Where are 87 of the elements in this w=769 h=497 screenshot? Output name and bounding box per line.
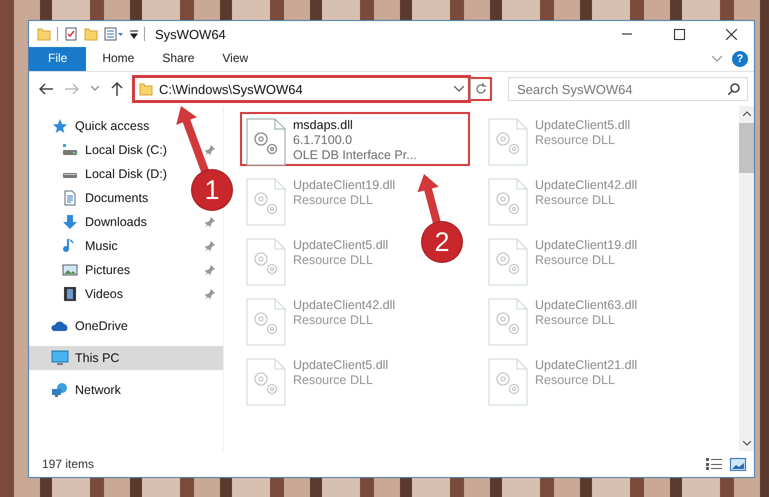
expand-ribbon-icon[interactable] bbox=[712, 56, 722, 62]
file-description: Resource DLL bbox=[293, 193, 374, 207]
checkmark-document-icon[interactable] bbox=[64, 27, 78, 41]
file-name: UpdateClient19.dll bbox=[293, 178, 396, 192]
chevron-down-icon[interactable] bbox=[454, 86, 464, 92]
file-description: Resource DLL bbox=[535, 313, 616, 327]
pin-icon[interactable] bbox=[205, 145, 215, 155]
up-arrow-icon[interactable] bbox=[111, 82, 123, 96]
recent-locations-caret-icon[interactable] bbox=[91, 86, 99, 92]
settings-file-icon bbox=[245, 357, 287, 407]
folder-icon bbox=[139, 82, 153, 96]
file-name: msdaps.dll bbox=[293, 118, 354, 132]
pin-icon[interactable] bbox=[205, 217, 215, 227]
settings-file-icon bbox=[245, 117, 287, 167]
file-description: Resource DLL bbox=[293, 373, 374, 387]
settings-file-icon bbox=[487, 237, 529, 287]
settings-file-icon bbox=[487, 357, 529, 407]
window-title: SysWOW64 bbox=[155, 26, 226, 42]
search-field[interactable]: Search SysWOW64 bbox=[508, 77, 748, 101]
settings-file-icon bbox=[487, 177, 529, 227]
sidebar-item[interactable]: Pictures bbox=[29, 258, 223, 282]
settings-file-icon bbox=[245, 177, 287, 227]
file-name: UpdateClient21.dll bbox=[535, 358, 638, 372]
dropdown-arrow-icon[interactable] bbox=[130, 29, 138, 39]
file-description: Resource DLL bbox=[535, 133, 616, 147]
settings-file-icon bbox=[487, 117, 529, 167]
drive-icon bbox=[62, 143, 78, 157]
refresh-button[interactable] bbox=[470, 77, 492, 101]
monitor-icon bbox=[51, 350, 69, 366]
large-icons-view-icon[interactable] bbox=[730, 458, 746, 470]
music-note-icon bbox=[63, 238, 77, 254]
file-description: Resource DLL bbox=[293, 313, 374, 327]
settings-file-icon bbox=[245, 237, 287, 287]
sidebar-item[interactable]: Network bbox=[29, 378, 129, 402]
star-icon bbox=[52, 118, 68, 134]
file-name: UpdateClient42.dll bbox=[535, 178, 638, 192]
scroll-up-icon[interactable] bbox=[742, 111, 750, 116]
scrollbar-thumb[interactable] bbox=[739, 123, 754, 173]
pin-icon[interactable] bbox=[205, 241, 215, 251]
search-icon bbox=[728, 83, 740, 95]
back-arrow-icon[interactable] bbox=[39, 83, 53, 95]
sidebar-item[interactable]: Local Disk (D:) bbox=[29, 162, 175, 186]
file-item[interactable]: msdaps.dll 6.1.7100.0 OLE DB Interface Pr... bbox=[240, 112, 470, 166]
file-name: UpdateClient5.dll bbox=[535, 118, 630, 132]
refresh-icon bbox=[474, 83, 487, 95]
file-version: 6.1.7100.0 bbox=[293, 133, 354, 147]
film-icon bbox=[63, 286, 77, 302]
folder-icon bbox=[37, 27, 51, 41]
file-description: OLE DB Interface Pr... bbox=[293, 148, 417, 162]
maximize-icon bbox=[674, 28, 684, 40]
sidebar-item[interactable]: Videos bbox=[29, 282, 223, 306]
file-name: UpdateClient5.dll bbox=[293, 238, 388, 252]
sidebar-item[interactable]: Music bbox=[29, 234, 223, 258]
help-button[interactable]: ? bbox=[732, 51, 748, 67]
sidebar-item[interactable]: Downloads bbox=[29, 210, 223, 234]
sidebar-item[interactable]: OneDrive bbox=[29, 314, 136, 338]
network-icon bbox=[51, 382, 69, 398]
pin-icon[interactable] bbox=[205, 289, 215, 299]
sidebar-item[interactable]: Quick access bbox=[29, 114, 158, 138]
sidebar-item[interactable]: Local Disk (C:) bbox=[29, 138, 223, 162]
settings-file-icon bbox=[245, 297, 287, 347]
document-icon bbox=[63, 190, 77, 206]
address-bar[interactable]: C:\Windows\SysWOW64 bbox=[133, 76, 470, 102]
settings-file-icon bbox=[487, 297, 529, 347]
sidebar-item[interactable]: This PC bbox=[29, 346, 223, 370]
file-name: UpdateClient5.dll bbox=[293, 358, 388, 372]
sidebar-item[interactable]: Documents bbox=[29, 186, 156, 210]
ribbon-tab[interactable]: Share bbox=[148, 47, 208, 71]
file-description: Resource DLL bbox=[535, 373, 616, 387]
ribbon-tab[interactable]: View bbox=[208, 47, 262, 71]
properties-icon[interactable] bbox=[104, 27, 124, 41]
file-description: Resource DLL bbox=[535, 253, 616, 267]
file-name: UpdateClient63.dll bbox=[535, 298, 638, 312]
file-name: UpdateClient19.dll bbox=[535, 238, 638, 252]
details-view-icon[interactable] bbox=[706, 458, 722, 470]
pin-icon[interactable] bbox=[205, 265, 215, 275]
file-description: Resource DLL bbox=[535, 193, 616, 207]
file-name: UpdateClient42.dll bbox=[293, 298, 396, 312]
file-description: Resource DLL bbox=[293, 253, 374, 267]
close-icon bbox=[726, 28, 736, 40]
ribbon-tab[interactable]: Home bbox=[88, 47, 148, 71]
scroll-down-icon[interactable] bbox=[742, 441, 750, 446]
cloud-icon bbox=[51, 320, 69, 332]
download-arrow-icon bbox=[62, 214, 78, 230]
file-menu-tab[interactable]: File bbox=[29, 47, 86, 71]
item-count: 197 items bbox=[42, 457, 94, 471]
picture-icon bbox=[62, 263, 78, 277]
